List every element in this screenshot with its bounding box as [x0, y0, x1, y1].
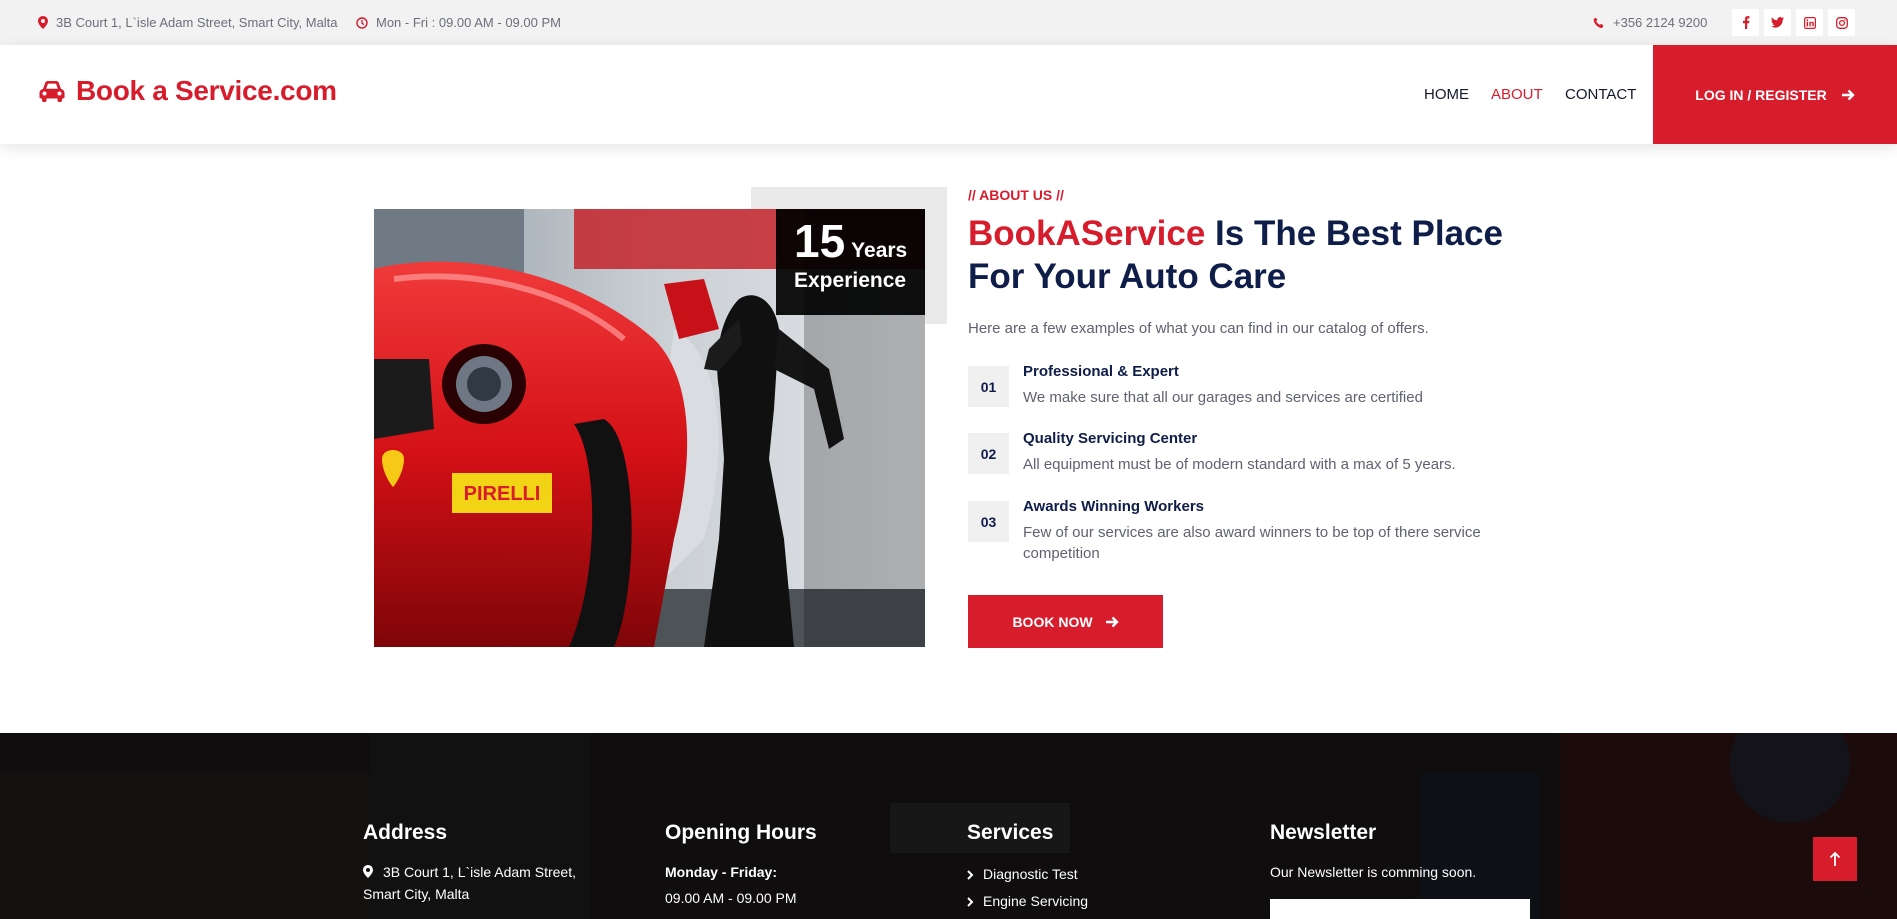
social-links [1732, 9, 1855, 36]
experience-label: Experience [794, 269, 907, 292]
twitter-icon[interactable] [1764, 9, 1791, 36]
feature-title: Quality Servicing Center [1023, 430, 1198, 447]
nav-home[interactable]: HOME [1424, 45, 1469, 144]
feature-number: 01 [968, 366, 1009, 407]
top-bar: 3B Court 1, L`isle Adam Street, Smart Ci… [0, 0, 1897, 45]
topbar-phone[interactable]: +356 2124 9200 [1593, 0, 1707, 45]
topbar-hours: Mon - Fri : 09.00 AM - 09.00 PM [356, 0, 561, 45]
footer-hours-time: 09.00 AM - 09.00 PM [665, 890, 797, 906]
footer-services-column: Services Diagnostic Test Engine Servicin… [967, 821, 1088, 915]
footer-newsletter-column: Newsletter Our Newsletter is comming soo… [1270, 821, 1530, 919]
topbar-hours-text: Mon - Fri : 09.00 AM - 09.00 PM [376, 15, 561, 30]
footer-service-label: Diagnostic Test [983, 866, 1078, 882]
nav-contact-link[interactable]: CONTACT [1565, 86, 1636, 103]
logo-text: Book a Service.com [76, 75, 337, 106]
footer-address-text: 3B Court 1, L`isle Adam Street, Smart Ci… [363, 864, 576, 902]
back-to-top-button[interactable] [1813, 837, 1857, 881]
footer-service-label: Engine Servicing [983, 893, 1089, 909]
footer-address-title: Address [363, 821, 448, 844]
instagram-icon[interactable] [1828, 9, 1855, 36]
footer-newsletter-text: Our Newsletter is comming soon. [1270, 864, 1477, 880]
nav-about[interactable]: ABOUT [1491, 45, 1543, 144]
feature-title: Awards Winning Workers [1023, 498, 1205, 515]
about-title-brand: BookAService [968, 214, 1206, 253]
footer-address-column: Address 3B Court 1, L`isle Adam Street, … [363, 821, 603, 905]
footer-hours-column: Opening Hours Monday - Friday: 09.00 AM … [665, 821, 817, 909]
site-logo[interactable]: Book a Service.com [38, 75, 337, 107]
clock-icon [356, 16, 368, 29]
feature-title: Professional & Expert [1023, 363, 1179, 380]
footer-hours-title: Opening Hours [665, 821, 817, 844]
experience-years: Years [851, 239, 908, 262]
about-lead: Here are a few examples of what you can … [968, 320, 1429, 337]
book-now-button[interactable]: BOOK NOW [968, 595, 1163, 648]
site-footer: Address 3B Court 1, L`isle Adam Street, … [0, 733, 1897, 919]
feature-description: Few of our services are also award winne… [1023, 524, 1481, 562]
footer-newsletter-title: Newsletter [1270, 821, 1377, 844]
footer-hours-days: Monday - Friday: [665, 864, 778, 880]
location-pin-icon [38, 16, 48, 29]
feature-number: 03 [968, 501, 1009, 542]
linkedin-icon[interactable] [1796, 9, 1823, 36]
book-now-label: BOOK NOW [1012, 613, 1093, 630]
chevron-right-icon [967, 896, 974, 907]
chevron-right-icon [967, 869, 974, 880]
footer-background-image [0, 733, 1897, 919]
login-register-button[interactable]: LOG IN / REGISTER [1653, 45, 1897, 144]
nav-home-link[interactable]: HOME [1424, 86, 1469, 103]
footer-services-title: Services [967, 821, 1054, 844]
nav-contact[interactable]: CONTACT [1565, 45, 1636, 144]
phone-icon [1593, 17, 1604, 28]
login-register-label: LOG IN / REGISTER [1695, 86, 1827, 103]
site-header: Book a Service.com HOME ABOUT CONTACT LO… [0, 45, 1897, 144]
facebook-icon[interactable] [1732, 9, 1759, 36]
about-eyebrow: // ABOUT US // [968, 187, 1064, 203]
arrow-right-icon [1841, 89, 1855, 100]
about-title: BookAService Is The Best Place For Your … [968, 212, 1528, 298]
pirelli-logo-text: PIRELLI [464, 483, 541, 505]
topbar-address-text: 3B Court 1, L`isle Adam Street, Smart Ci… [56, 15, 338, 30]
feature-description: We make sure that all our garages and se… [1023, 389, 1423, 406]
feature-description: All equipment must be of modern standard… [1023, 456, 1456, 473]
newsletter-email-input[interactable] [1270, 899, 1530, 919]
arrow-up-icon [1829, 851, 1841, 866]
experience-badge: 15 Years Experience [776, 209, 925, 315]
car-icon [39, 81, 65, 102]
topbar-address: 3B Court 1, L`isle Adam Street, Smart Ci… [38, 0, 338, 45]
location-pin-icon [363, 865, 373, 878]
footer-service-link[interactable]: Engine Servicing [967, 888, 1088, 915]
arrow-right-icon [1105, 616, 1119, 627]
feature-number: 02 [968, 433, 1009, 474]
topbar-phone-text: +356 2124 9200 [1613, 15, 1708, 30]
experience-number: 15 [794, 215, 846, 267]
nav-about-link[interactable]: ABOUT [1491, 86, 1543, 103]
footer-service-link[interactable]: Diagnostic Test [967, 861, 1088, 888]
footer-address: 3B Court 1, L`isle Adam Street, Smart Ci… [363, 861, 603, 905]
